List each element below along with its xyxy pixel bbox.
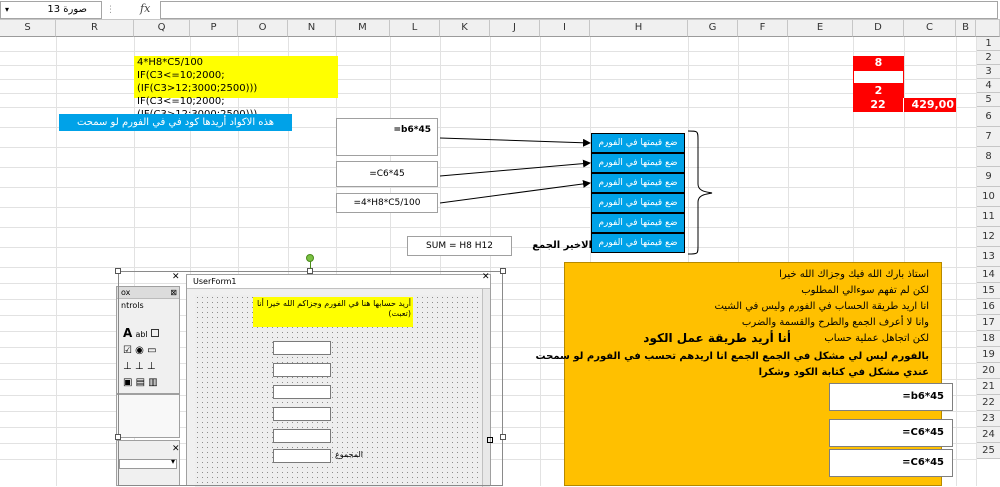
note-line: لكن لم تفهم سوءالي المطلوب <box>801 285 929 296</box>
note-textbox[interactable]: =C6*45 <box>829 419 953 447</box>
resize-handle[interactable] <box>115 268 121 274</box>
arrow-line <box>439 137 591 147</box>
rotate-handle-line <box>310 261 311 269</box>
note-line: استاذ بارك الله فيك وجزاك الله خيرا <box>779 269 929 280</box>
curly-brace <box>687 130 713 255</box>
note-line: وانا لا أعرف الجمع والطرح والقسمة والضرب <box>741 317 929 328</box>
note-line: بالفورم ليس لي مشكل في الجمع الجمع انا ا… <box>535 351 929 362</box>
resize-handle[interactable] <box>500 434 506 440</box>
selection-marker <box>487 437 493 443</box>
resize-handle[interactable] <box>500 268 506 274</box>
note-line: انا اريد طريقة الحساب في الفورم وليس في … <box>714 301 929 312</box>
selection-frame <box>118 271 503 486</box>
note-line: لكن اتجاهل عملية حساب <box>824 333 929 344</box>
close-icon[interactable]: ✕ <box>482 272 490 282</box>
note-textbox[interactable]: =C6*45 <box>829 449 953 477</box>
note-line: أنا أريد طريقة عمل الكود <box>643 331 791 345</box>
note-textbox[interactable]: =b6*45 <box>829 383 953 411</box>
resize-handle[interactable] <box>115 434 121 440</box>
note-line: عندي مشكل في كتابة الكود وشكرا <box>758 367 929 378</box>
arrow-line <box>439 179 591 204</box>
note-box: استاذ بارك الله فيك وجزاك الله خيرا لكن … <box>536 262 953 486</box>
arrow-line <box>439 159 591 177</box>
